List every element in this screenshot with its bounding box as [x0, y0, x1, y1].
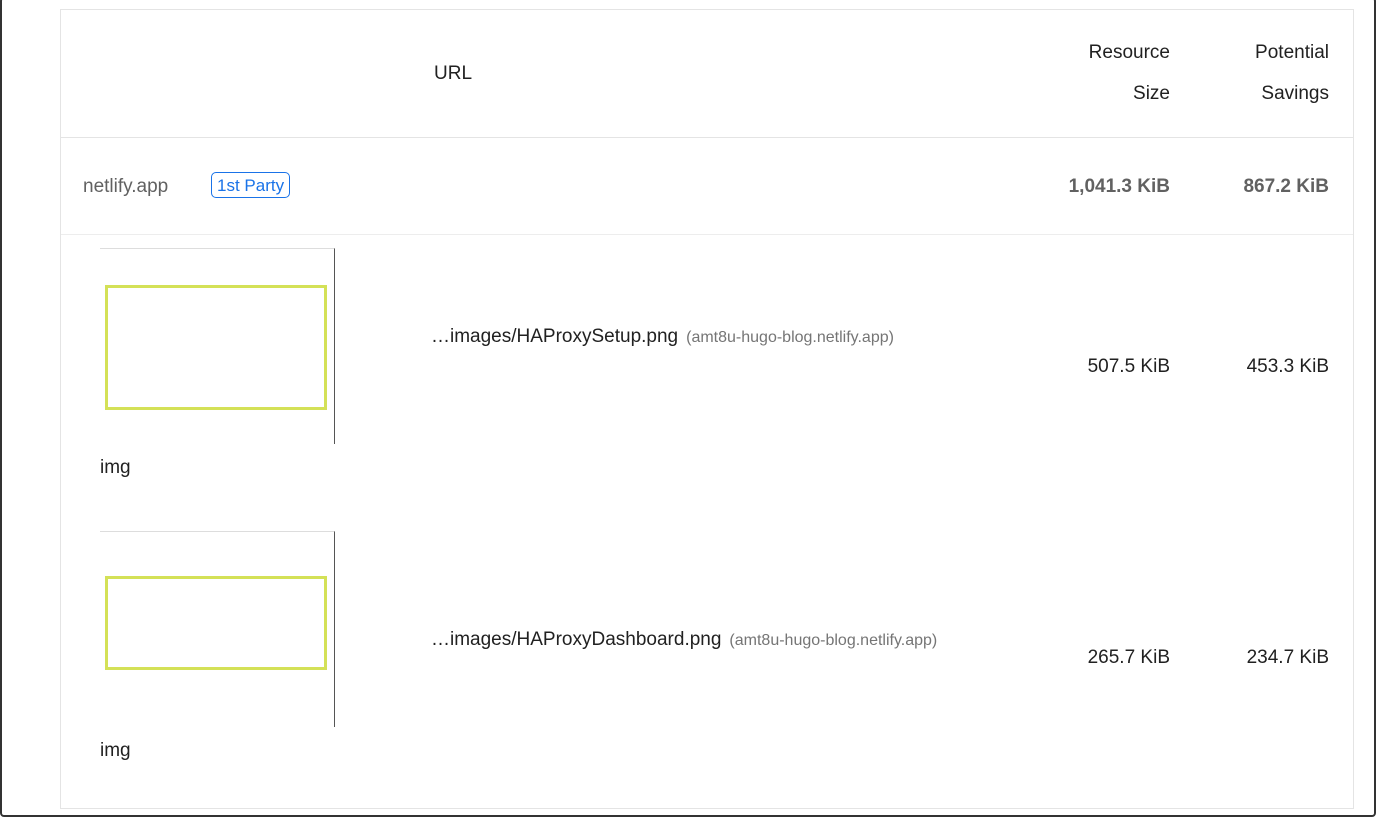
resource-url-cell: …images/HAProxyDashboard.png (amt8u-hugo-… — [431, 620, 971, 661]
resource-url-cell: …images/HAProxySetup.png (amt8u-hugo-blog… — [431, 317, 971, 358]
row-resource-size: 265.7 KiB — [1087, 647, 1170, 668]
header-resource-size: Resource Size — [1030, 32, 1170, 114]
group-resource-size: 1,041.3 KiB — [1068, 176, 1170, 197]
audit-frame: URL Resource Size Potential Savings netl… — [0, 0, 1376, 817]
table-row: img …images/HAProxyDashboard.png (amt8u-h… — [61, 518, 1353, 801]
header-url: URL — [434, 63, 473, 84]
resource-url-link[interactable]: …images/HAProxyDashboard.png — [431, 629, 721, 650]
element-screenshot-thumbnail[interactable] — [100, 248, 335, 444]
group-potential-savings: 867.2 KiB — [1243, 176, 1329, 197]
header-potential-savings-line2: Savings — [1261, 83, 1329, 104]
node-label[interactable]: img — [100, 455, 131, 481]
element-screenshot-thumbnail[interactable] — [100, 531, 335, 727]
node-label[interactable]: img — [100, 738, 131, 764]
resource-url-link[interactable]: …images/HAProxySetup.png — [431, 326, 678, 347]
entity-name: netlify.app — [83, 176, 169, 197]
header-potential-savings: Potential Savings — [1189, 32, 1329, 114]
opportunity-table: URL Resource Size Potential Savings netl… — [60, 9, 1354, 809]
row-potential-savings: 234.7 KiB — [1246, 647, 1329, 668]
first-party-badge: 1st Party — [211, 172, 291, 198]
resource-host: (amt8u-hugo-blog.netlify.app) — [686, 329, 894, 346]
entity-group-row: netlify.app 1st Party 1,041.3 KiB 867.2 … — [61, 138, 1353, 235]
table-row: img …images/HAProxySetup.png (amt8u-hugo-… — [61, 235, 1353, 518]
row-resource-size: 507.5 KiB — [1087, 356, 1170, 377]
header-resource-size-line1: Resource — [1088, 42, 1170, 63]
element-highlight-outline — [105, 285, 327, 410]
header-potential-savings-line1: Potential — [1255, 42, 1329, 63]
row-potential-savings: 453.3 KiB — [1246, 356, 1329, 377]
element-highlight-outline — [105, 576, 327, 670]
table-header: URL Resource Size Potential Savings — [61, 10, 1353, 138]
header-resource-size-line2: Size — [1133, 83, 1170, 104]
resource-host: (amt8u-hugo-blog.netlify.app) — [729, 632, 938, 649]
